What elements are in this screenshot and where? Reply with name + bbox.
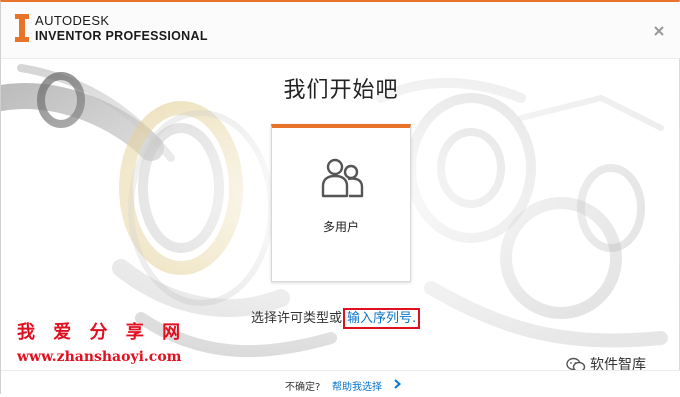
installer-window: AUTODESK INVENTOR PROFESSIONAL 我们开始吧 多用户… [0, 0, 680, 397]
page-title: 我们开始吧 [283, 78, 399, 103]
multi-user-license-card[interactable]: 多用户 [271, 124, 411, 282]
brand-name: AUTODESK [35, 13, 110, 28]
footer-bar: 不确定? 帮助我选择 [1, 370, 680, 397]
watermark-site-url: www.zhanshaoyi.com [17, 349, 182, 365]
card-label: 多用户 [322, 220, 359, 234]
license-prompt: 选择许可类型或 输入序列号. [251, 307, 421, 329]
watermark-site-name: 我 爱 分 享 网 [17, 322, 187, 343]
product-name: INVENTOR PROFESSIONAL [35, 29, 208, 43]
help-me-choose-link[interactable]: 帮助我选择 [332, 378, 382, 393]
autodesk-logo-icon [15, 14, 29, 42]
users-icon [321, 158, 364, 198]
serial-link-suffix: . [412, 311, 417, 326]
serial-link-text[interactable]: 输入序列号 [347, 311, 412, 326]
unsure-text: 不确定? [285, 382, 321, 393]
title-bar: AUTODESK INVENTOR PROFESSIONAL [1, 2, 680, 59]
chevron-right-icon[interactable] [394, 379, 401, 389]
close-icon[interactable] [653, 25, 665, 37]
enter-serial-number-link[interactable]: 输入序列号. [343, 308, 421, 329]
license-prompt-text: 选择许可类型或 [251, 311, 343, 326]
